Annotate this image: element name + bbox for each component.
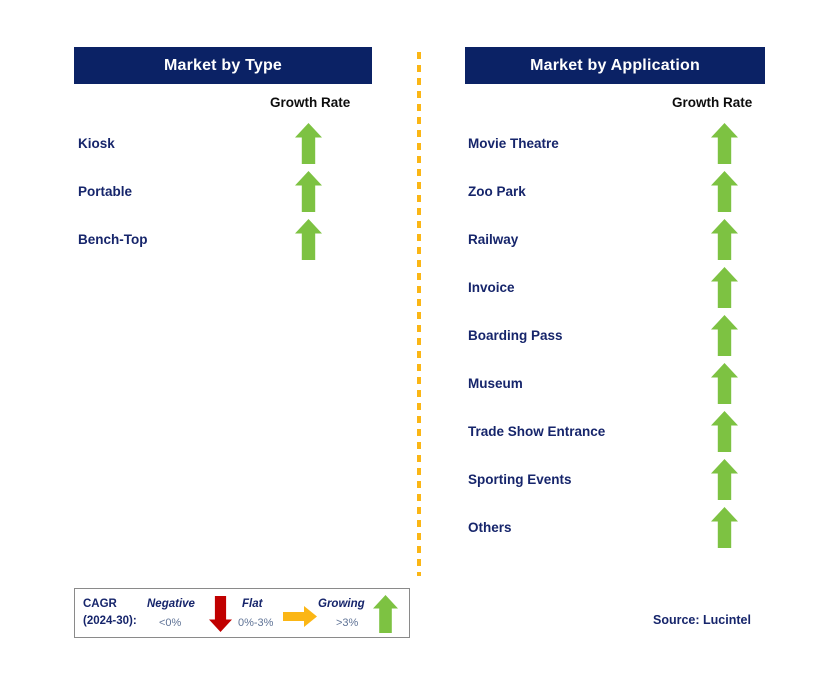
arrow-up-green-icon <box>711 122 738 164</box>
table-row: Boarding Pass <box>468 314 768 356</box>
arrow-right-amber-icon <box>283 606 317 627</box>
panel-title-market-by-application: Market by Application <box>530 56 700 74</box>
arrow-up-green-icon <box>295 218 322 260</box>
table-row: Invoice <box>468 266 768 308</box>
arrow-up-green-icon <box>711 314 738 356</box>
segment-label: Zoo Park <box>468 183 526 199</box>
panel-header-market-by-application: Market by Application <box>465 47 765 84</box>
legend-range-flat: 0%-3% <box>238 617 274 629</box>
arrow-up-green-icon <box>711 218 738 260</box>
segment-label: Railway <box>468 231 519 247</box>
segment-label: Museum <box>468 375 523 391</box>
table-row: Kiosk <box>78 122 378 164</box>
source-note: Source: Lucintel <box>653 613 751 627</box>
table-row: Railway <box>468 218 768 260</box>
legend-range-growing: >3% <box>336 617 359 629</box>
segment-label: Boarding Pass <box>468 327 563 343</box>
table-row: Bench-Top <box>78 218 378 260</box>
segment-label: Others <box>468 519 512 535</box>
legend-term-growing: Growing <box>318 598 365 610</box>
table-row: Others <box>468 506 768 548</box>
legend-cagr-label: CAGR (2024-30): <box>83 596 137 630</box>
arrow-up-green-icon <box>295 122 322 164</box>
infographic-canvas: Market by Type Growth Rate Kiosk Portabl… <box>0 0 829 685</box>
segment-label: Trade Show Entrance <box>468 423 606 439</box>
arrow-up-green-icon <box>373 595 398 633</box>
table-row: Movie Theatre <box>468 122 768 164</box>
arrow-down-red-icon <box>209 596 232 632</box>
panel-title-market-by-type: Market by Type <box>163 56 283 74</box>
growth-rate-caption-type: Growth Rate <box>270 95 351 110</box>
segment-label: Invoice <box>468 279 515 295</box>
legend-range-negative: <0% <box>159 617 182 629</box>
dashed-vertical-divider-icon <box>417 52 421 576</box>
segment-label: Bench-Top <box>78 231 148 247</box>
segment-label: Movie Theatre <box>468 135 559 151</box>
growth-rate-caption-application: Growth Rate <box>672 95 753 110</box>
cagr-legend: CAGR (2024-30): Negative <0% Flat 0%-3% … <box>74 588 410 638</box>
segment-label: Portable <box>78 183 133 199</box>
table-row: Zoo Park <box>468 170 768 212</box>
arrow-up-green-icon <box>295 170 322 212</box>
table-row: Museum <box>468 362 768 404</box>
segment-label: Sporting Events <box>468 471 572 487</box>
arrow-up-green-icon <box>711 410 738 452</box>
arrow-up-green-icon <box>711 458 738 500</box>
table-row: Portable <box>78 170 378 212</box>
arrow-up-green-icon <box>711 506 738 548</box>
table-row: Sporting Events <box>468 458 768 500</box>
table-row: Trade Show Entrance <box>468 410 768 452</box>
arrow-up-green-icon <box>711 170 738 212</box>
legend-term-flat: Flat <box>242 598 263 610</box>
arrow-up-green-icon <box>711 266 738 308</box>
segment-label: Kiosk <box>78 135 115 151</box>
arrow-up-green-icon <box>711 362 738 404</box>
panel-header-market-by-type: Market by Type <box>74 47 372 84</box>
legend-term-negative: Negative <box>147 598 195 610</box>
legend-cagr-line2: (2024-30): <box>83 615 137 627</box>
legend-cagr-line1: CAGR <box>83 598 117 610</box>
